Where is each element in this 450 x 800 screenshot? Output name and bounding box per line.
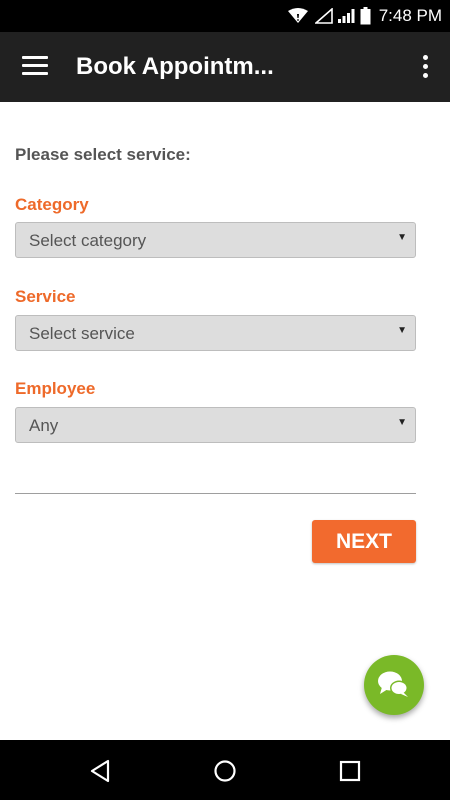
service-label: Service [15,287,76,306]
signal-bars-icon [337,8,355,24]
divider [15,493,416,494]
employee-label: Employee [15,379,96,398]
category-select[interactable]: Select category ▼ [15,222,416,258]
dropdown-arrow-icon: ▼ [397,232,407,243]
back-triangle-icon[interactable] [88,758,114,784]
status-icons: 7:48 PM [287,0,442,32]
next-button[interactable]: NEXT [312,520,416,563]
status-bar: 7:48 PM [0,0,450,32]
menu-icon[interactable] [22,56,48,78]
wifi-icon [287,8,309,24]
app-bar: Book Appointm... [0,32,450,102]
chat-bubbles-icon [378,671,408,697]
chat-button[interactable] [364,655,424,715]
battery-icon [360,7,371,25]
service-select[interactable]: Select service ▼ [15,315,416,351]
signal-outline-icon [314,8,333,24]
recents-square-icon[interactable] [337,758,363,784]
employee-value: Any [29,416,59,435]
employee-select[interactable]: Any ▼ [15,407,416,443]
status-time: 7:48 PM [378,6,442,25]
service-value: Select service [29,324,135,343]
form-intro: Please select service: [15,145,191,164]
home-circle-icon[interactable] [212,758,238,784]
category-label: Category [15,195,89,214]
category-value: Select category [29,231,147,250]
more-vert-icon[interactable] [420,54,430,82]
page-title: Book Appointm... [76,53,274,80]
dropdown-arrow-icon: ▼ [397,325,407,336]
dropdown-arrow-icon: ▼ [397,417,407,428]
navigation-bar [0,740,450,800]
